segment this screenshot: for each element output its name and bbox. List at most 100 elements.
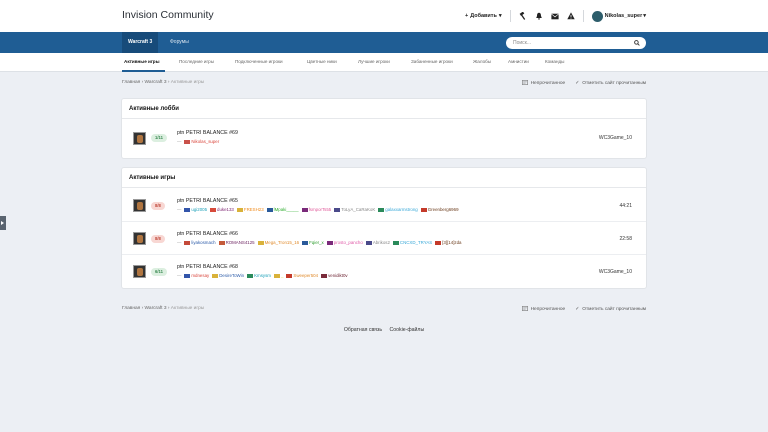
flag-icon (435, 240, 442, 245)
unread-link[interactable]: Непрочитанное (521, 80, 565, 87)
player[interactable]: fsmporTs55 (301, 207, 331, 212)
player-name: Mega_Tron15_16 (264, 240, 300, 245)
add-button[interactable]: + Добавить ▾ (465, 13, 502, 19)
messages-envelope-icon[interactable] (550, 13, 559, 20)
active-tab-indicator (122, 70, 165, 72)
avatar (591, 10, 603, 22)
player-list: — liyakosmach ROMANS4125 Mega_Tron15_16 Fqie… (177, 240, 462, 245)
sidebar-toggle-button[interactable] (0, 216, 6, 230)
player[interactable]: Nikolas_super (184, 139, 219, 144)
player[interactable]: FRESH23 (236, 207, 264, 212)
player[interactable]: Sweeper504 (286, 273, 318, 278)
subnav-colored-nicks[interactable]: Цветные ники (307, 59, 337, 64)
game-name[interactable]: ptn PETRI BALANCE #68 (177, 264, 238, 270)
player[interactable]: Mega_Tron15_16 (257, 240, 300, 245)
unread-icon (521, 80, 528, 87)
player[interactable]: _ (273, 273, 283, 278)
subnav-complaints[interactable]: Жалобы (473, 59, 491, 64)
player-name: galaxxarmstrong (385, 207, 418, 212)
breadcrumb-section[interactable]: Warcraft 3 (145, 306, 167, 311)
flag-icon (301, 207, 308, 212)
user-menu[interactable]: Nikolas_super ▾ (591, 10, 646, 22)
subnav-connected-players[interactable]: Подключенные игроки (235, 59, 283, 64)
player-name: liyakosmach (191, 240, 216, 245)
unread-icon (521, 306, 528, 313)
game-name[interactable]: ptn PETRI BALANCE #66 (177, 231, 238, 237)
check-icon: ✓ (575, 81, 580, 86)
flag-icon (321, 273, 328, 278)
player[interactable]: Fqier_x (302, 240, 324, 245)
unread-label: Непрочитанное (530, 307, 566, 312)
active-lobbies-panel: Активные лобби 1/11 ptn PETRI BALANCE #6… (122, 99, 646, 158)
player[interactable]: ugi2005 (184, 207, 207, 212)
footer-link-cookies[interactable]: Cookie-файлы (390, 327, 425, 333)
player-name: Kmsysm (254, 273, 271, 278)
player-name: [3][14]zda (442, 240, 462, 245)
player-name: ugi2005 (191, 207, 208, 212)
table-row[interactable]: 1/11 ptn PETRI BALANCE #69 — Nikolas_sup… (122, 119, 646, 158)
reports-warning-icon[interactable] (566, 12, 575, 20)
dash: — (177, 240, 182, 245)
player[interactable]: duke133 (210, 207, 234, 212)
player[interactable]: CNCXD_TRYAS (392, 240, 432, 245)
player[interactable]: lMpaki_____ (266, 207, 299, 212)
flag-icon (184, 207, 191, 212)
table-row[interactable]: 8/8 ptn PETRI BALANCE #65 — ugi2005 duke13… (122, 188, 646, 220)
host-bot: WC3Game_10 (598, 135, 632, 141)
player[interactable]: Kmsysm (247, 273, 271, 278)
breadcrumb-section[interactable]: Warcraft 3 (145, 80, 167, 85)
flag-icon (212, 273, 219, 278)
flag-icon (184, 240, 191, 245)
unread-link[interactable]: Непрочитанное (521, 306, 566, 313)
breadcrumb-home[interactable]: Главная (122, 80, 140, 85)
player[interactable]: venidikt0v (321, 273, 348, 278)
tab-forums[interactable]: Форумы (170, 32, 189, 53)
game-name[interactable]: ptn PETRI BALANCE #69 (177, 130, 238, 136)
slots-badge: 6/11 (151, 268, 167, 276)
chevron-down-icon: ▾ (643, 13, 646, 19)
subnav-banned-players[interactable]: Забаненные игроки (411, 59, 453, 64)
mark-read-link[interactable]: ✓ Отметить сайт прочитанным (575, 306, 646, 313)
player[interactable]: ROMANS4125 (218, 240, 255, 245)
flag-icon (420, 207, 427, 212)
player[interactable]: [3][14]zda (435, 240, 462, 245)
player[interactable]: prosto_pancho (326, 240, 363, 245)
notifications-bell-icon[interactable] (535, 12, 543, 20)
player-name: duke133 (217, 207, 234, 212)
player[interactable]: mdnesay (184, 273, 209, 278)
subnav-amnesties[interactable]: Амнистии (508, 59, 529, 64)
tab-warcraft3[interactable]: Warcraft 3 (122, 32, 159, 53)
player[interactable]: ToLyA_CaRaKoK (334, 207, 375, 212)
breadcrumb-home[interactable]: Главная (122, 306, 140, 311)
subnav-teams[interactable]: Команды (545, 59, 564, 64)
table-row[interactable]: 6/11 ptn PETRI BALANCE #68 — mdnesay Desir… (122, 254, 646, 288)
site-logo[interactable]: Invision Community (122, 9, 214, 21)
player[interactable]: liyakosmach (184, 240, 216, 245)
player[interactable]: Abrikos2 (365, 240, 390, 245)
subnav-recent-games[interactable]: Последние игры (179, 59, 214, 64)
breadcrumb-current: Активные игры (170, 80, 205, 85)
player[interactable]: galaxxarmstrong (378, 207, 418, 212)
player[interactable]: Greenberg6969 (420, 207, 459, 212)
flag-icon (210, 207, 217, 212)
subnav-active-games[interactable]: Активные игры (124, 59, 160, 64)
game-name[interactable]: ptn PETRI BALANCE #65 (177, 198, 238, 204)
moderation-hammer-icon[interactable] (519, 12, 527, 20)
breadcrumb-current: Активные игры (170, 306, 205, 311)
player[interactable]: DesireToWin (212, 273, 244, 278)
mark-read-link[interactable]: ✓ Отметить сайт прочитанным (575, 80, 646, 87)
search-icon[interactable] (634, 39, 640, 48)
search-input[interactable]: Поиск... (506, 37, 646, 49)
subnav-top-players[interactable]: Лучшие игроки (358, 59, 390, 64)
footer-link-feedback[interactable]: Обратная связь (344, 327, 382, 333)
flag-icon (302, 240, 309, 245)
player-name: prosto_pancho (333, 240, 363, 245)
host-bot: WC3Game_10 (598, 269, 632, 275)
primary-nav: Warcraft 3 Форумы Поиск... (0, 32, 768, 53)
player-name: ToLyA_CaRaKoK (341, 207, 376, 212)
player-name: ROMANS4125 (225, 240, 255, 245)
secondary-nav: Активные игры Последние игры Подключенны… (0, 53, 768, 72)
table-row[interactable]: 8/8 ptn PETRI BALANCE #66 — liyakosmach RO… (122, 221, 646, 253)
flag-icon (378, 207, 385, 212)
player-name: Fqier_x (309, 240, 324, 245)
